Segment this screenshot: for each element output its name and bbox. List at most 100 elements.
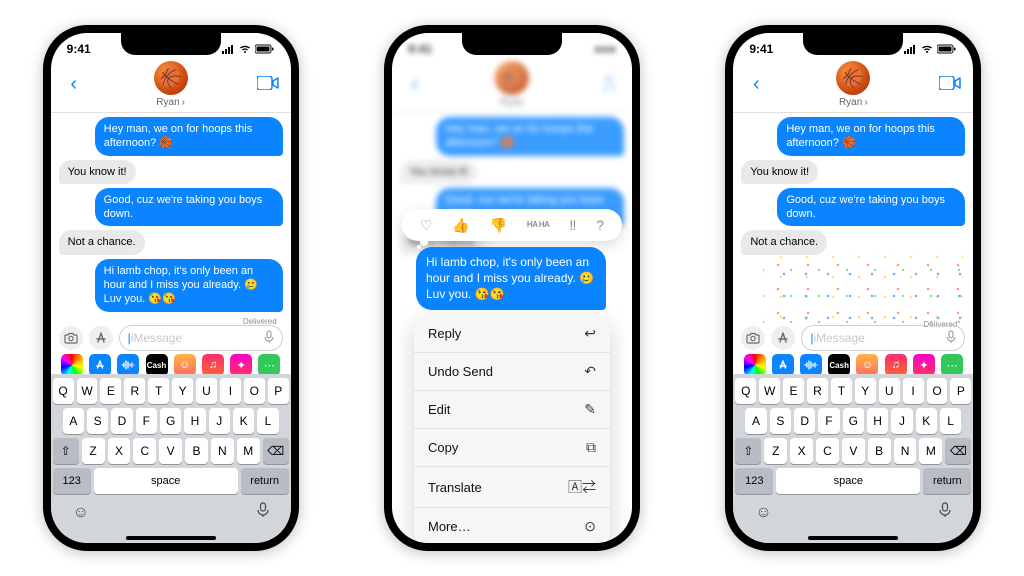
dictate-mic-icon[interactable] xyxy=(946,330,956,347)
home-indicator[interactable] xyxy=(126,536,216,540)
menu-edit[interactable]: Edit ✎ xyxy=(414,391,610,429)
dictation-button[interactable] xyxy=(257,502,269,523)
key-x[interactable]: X xyxy=(108,438,131,464)
message-out[interactable]: Good, cuz we're taking you boys down. xyxy=(777,188,965,227)
key-s[interactable]: S xyxy=(770,408,791,434)
tapback-question[interactable]: ? xyxy=(596,217,604,233)
key-e[interactable]: E xyxy=(783,378,804,404)
home-indicator[interactable] xyxy=(808,536,898,540)
conversation-thread[interactable]: Hey man, we on for hoops this afternoon?… xyxy=(733,113,973,255)
key-u[interactable]: U xyxy=(196,378,217,404)
message-in[interactable]: You know it! xyxy=(741,160,818,184)
key-d[interactable]: D xyxy=(794,408,815,434)
dictate-mic-icon[interactable] xyxy=(264,330,274,347)
tapback-thumbs-down[interactable]: 👎 xyxy=(490,217,507,234)
app-memoji-icon[interactable]: ☺︎ xyxy=(856,354,878,376)
key-m[interactable]: M xyxy=(237,438,260,464)
space-key[interactable]: space xyxy=(776,468,920,494)
backspace-key[interactable]: ⌫ xyxy=(945,438,971,464)
key-z[interactable]: Z xyxy=(82,438,105,464)
message-input[interactable]: |iMessage xyxy=(801,325,965,351)
key-h[interactable]: H xyxy=(867,408,888,434)
app-digitaltouch-icon[interactable]: ✦ xyxy=(230,354,252,376)
key-i[interactable]: I xyxy=(220,378,241,404)
tapback-haha[interactable]: HA HA xyxy=(527,222,550,228)
menu-translate[interactable]: Translate 🄰⇄ xyxy=(414,467,610,508)
message-out[interactable]: Hey man, we on for hoops this afternoon?… xyxy=(95,117,283,156)
key-t[interactable]: T xyxy=(831,378,852,404)
key-k[interactable]: K xyxy=(916,408,937,434)
tapback-heart[interactable]: ♡ xyxy=(420,217,433,234)
key-p[interactable]: P xyxy=(268,378,289,404)
key-v[interactable]: V xyxy=(159,438,182,464)
key-b[interactable]: B xyxy=(185,438,208,464)
facetime-button[interactable] xyxy=(937,73,963,96)
key-c[interactable]: C xyxy=(816,438,839,464)
key-p[interactable]: P xyxy=(950,378,971,404)
key-s[interactable]: S xyxy=(87,408,108,434)
app-photos-icon[interactable] xyxy=(61,354,83,376)
message-in[interactable]: Not a chance. xyxy=(741,230,827,254)
key-i[interactable]: I xyxy=(903,378,924,404)
app-applecash-icon[interactable]: Cash xyxy=(828,354,850,376)
key-l[interactable]: L xyxy=(257,408,278,434)
back-button[interactable]: ‹ xyxy=(743,73,769,96)
key-x[interactable]: X xyxy=(790,438,813,464)
key-z[interactable]: Z xyxy=(764,438,787,464)
key-w[interactable]: W xyxy=(759,378,780,404)
message-input[interactable]: |iMessage xyxy=(119,325,283,351)
key-j[interactable]: J xyxy=(891,408,912,434)
key-g[interactable]: G xyxy=(160,408,181,434)
key-n[interactable]: N xyxy=(211,438,234,464)
key-a[interactable]: A xyxy=(745,408,766,434)
focused-message[interactable]: Hi lamb chop, it's only been an hour and… xyxy=(416,247,618,310)
app-music-icon[interactable]: ♫ xyxy=(202,354,224,376)
space-key[interactable]: space xyxy=(94,468,238,494)
message-in[interactable]: Not a chance. xyxy=(59,230,145,254)
key-y[interactable]: Y xyxy=(855,378,876,404)
key-r[interactable]: R xyxy=(807,378,828,404)
key-c[interactable]: C xyxy=(133,438,156,464)
message-out[interactable]: Hi lamb chop, it's only been an hour and… xyxy=(95,259,283,312)
message-out[interactable]: Good, cuz we're taking you boys down. xyxy=(95,188,283,227)
app-photos-icon[interactable] xyxy=(744,354,766,376)
message-in[interactable]: You know it! xyxy=(59,160,136,184)
camera-button[interactable] xyxy=(59,326,83,350)
key-u[interactable]: U xyxy=(879,378,900,404)
menu-more[interactable]: More… ⊙ xyxy=(414,508,610,543)
shift-key[interactable]: ⇧ xyxy=(53,438,79,464)
backspace-key[interactable]: ⌫ xyxy=(263,438,289,464)
facetime-button[interactable] xyxy=(255,73,281,96)
numbers-key[interactable]: 123 xyxy=(53,468,91,494)
return-key[interactable]: return xyxy=(923,468,971,494)
shift-key[interactable]: ⇧ xyxy=(735,438,761,464)
key-f[interactable]: F xyxy=(818,408,839,434)
key-r[interactable]: R xyxy=(124,378,145,404)
emoji-keyboard-button[interactable]: ☺ xyxy=(73,504,89,522)
key-g[interactable]: G xyxy=(843,408,864,434)
menu-undo-send[interactable]: Undo Send ↶ xyxy=(414,353,610,391)
contact-button[interactable]: 🏀 Ryan› xyxy=(836,61,870,108)
key-m[interactable]: M xyxy=(919,438,942,464)
key-e[interactable]: E xyxy=(100,378,121,404)
message-out[interactable]: Hey man, we on for hoops this afternoon?… xyxy=(777,117,965,156)
key-j[interactable]: J xyxy=(209,408,230,434)
app-applecash-icon[interactable]: Cash xyxy=(146,354,168,376)
key-t[interactable]: T xyxy=(148,378,169,404)
app-appstore-icon[interactable] xyxy=(772,354,794,376)
camera-button[interactable] xyxy=(741,326,765,350)
contact-button[interactable]: 🏀 Ryan› xyxy=(154,61,188,108)
app-more-icon[interactable]: ⋯ xyxy=(941,354,963,376)
key-q[interactable]: Q xyxy=(735,378,756,404)
key-o[interactable]: O xyxy=(244,378,265,404)
app-audiomessage-icon[interactable] xyxy=(800,354,822,376)
back-button[interactable]: ‹ xyxy=(61,73,87,96)
key-o[interactable]: O xyxy=(927,378,948,404)
conversation-thread[interactable]: Hey man, we on for hoops this afternoon?… xyxy=(51,113,291,326)
key-q[interactable]: Q xyxy=(53,378,74,404)
key-n[interactable]: N xyxy=(894,438,917,464)
key-h[interactable]: H xyxy=(184,408,205,434)
key-b[interactable]: B xyxy=(868,438,891,464)
key-y[interactable]: Y xyxy=(172,378,193,404)
key-v[interactable]: V xyxy=(842,438,865,464)
